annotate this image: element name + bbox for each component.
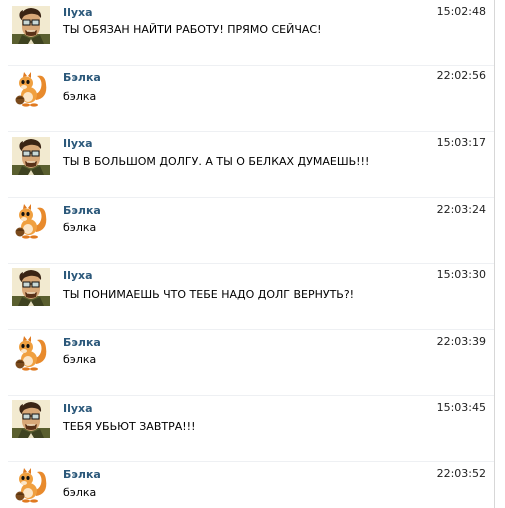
message-row: Ilyxa ТЕБЯ УБЬЮТ ЗАВТРА!!! 15:03:45 bbox=[0, 396, 494, 462]
message-row: Бэлка бэлка 22:03:24 bbox=[0, 198, 494, 264]
avatar[interactable] bbox=[12, 6, 50, 44]
author-link[interactable]: Ilyxa bbox=[63, 269, 93, 282]
squirrel-icon bbox=[12, 466, 50, 504]
avatar[interactable] bbox=[12, 268, 50, 306]
message-row: Бэлка бэлка 22:02:56 bbox=[0, 66, 494, 132]
message-timestamp: 22:03:39 bbox=[436, 335, 486, 348]
man-with-glasses-icon bbox=[12, 137, 50, 175]
message-text: ТЫ В БОЛЬШОМ ДОЛГУ. А ТЫ О БЕЛКАХ ДУМАЕШ… bbox=[63, 155, 370, 168]
message-text: бэлка bbox=[63, 486, 97, 499]
avatar[interactable] bbox=[12, 137, 50, 175]
message-history-panel[interactable]: Ilyxa ТЫ ОБЯЗАН НАЙТИ РАБОТУ! ПРЯМО СЕЙЧ… bbox=[0, 0, 495, 508]
message-row: Ilyxa ТЫ ПОНИМАЕШЬ ЧТО ТЕБЕ НАДО ДОЛГ ВЕ… bbox=[0, 264, 494, 330]
message-text: бэлка bbox=[63, 353, 97, 366]
message-text: ТЫ ПОНИМАЕШЬ ЧТО ТЕБЕ НАДО ДОЛГ ВЕРНУТЬ?… bbox=[63, 288, 355, 301]
message-row: Ilyxa ТЫ В БОЛЬШОМ ДОЛГУ. А ТЫ О БЕЛКАХ … bbox=[0, 132, 494, 198]
squirrel-icon bbox=[12, 202, 50, 240]
author-link[interactable]: Ilyxa bbox=[63, 137, 93, 150]
message-timestamp: 22:03:52 bbox=[436, 467, 486, 480]
author-link[interactable]: Бэлка bbox=[63, 71, 101, 84]
man-with-glasses-icon bbox=[12, 268, 50, 306]
author-link[interactable]: Бэлка bbox=[63, 204, 101, 217]
author-link[interactable]: Ilyxa bbox=[63, 402, 93, 415]
message-timestamp: 15:03:45 bbox=[436, 401, 486, 414]
man-with-glasses-icon bbox=[12, 6, 50, 44]
avatar[interactable] bbox=[12, 400, 50, 438]
author-link[interactable]: Бэлка bbox=[63, 336, 101, 349]
message-timestamp: 22:03:24 bbox=[436, 203, 486, 216]
message-timestamp: 15:03:17 bbox=[436, 136, 486, 149]
message-row: Бэлка бэлка 22:03:39 bbox=[0, 330, 494, 396]
avatar[interactable] bbox=[12, 334, 50, 372]
author-link[interactable]: Бэлка bbox=[63, 468, 101, 481]
message-text: бэлка bbox=[63, 221, 97, 234]
squirrel-icon bbox=[12, 334, 50, 372]
author-link[interactable]: Ilyxa bbox=[63, 6, 93, 19]
avatar[interactable] bbox=[12, 202, 50, 240]
message-timestamp: 22:02:56 bbox=[436, 69, 486, 82]
message-row: Бэлка бэлка 22:03:52 bbox=[0, 462, 494, 508]
message-text: ТЕБЯ УБЬЮТ ЗАВТРА!!! bbox=[63, 420, 196, 433]
message-row: Ilyxa ТЫ ОБЯЗАН НАЙТИ РАБОТУ! ПРЯМО СЕЙЧ… bbox=[0, 0, 494, 66]
man-with-glasses-icon bbox=[12, 400, 50, 438]
message-timestamp: 15:02:48 bbox=[436, 5, 486, 18]
squirrel-icon bbox=[12, 70, 50, 108]
avatar[interactable] bbox=[12, 466, 50, 504]
message-timestamp: 15:03:30 bbox=[436, 268, 486, 281]
message-text: ТЫ ОБЯЗАН НАЙТИ РАБОТУ! ПРЯМО СЕЙЧАС! bbox=[63, 23, 322, 36]
avatar[interactable] bbox=[12, 70, 50, 108]
message-text: бэлка bbox=[63, 90, 97, 103]
